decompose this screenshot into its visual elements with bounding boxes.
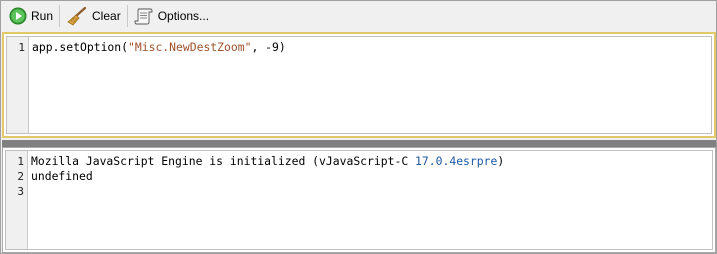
editor-code[interactable]: app.setOption("Misc.NewDestZoom", -9) [32,40,711,55]
output-text-span: ) [497,154,505,168]
broom-icon [67,6,87,26]
output-area[interactable]: 1 2 3 Mozilla JavaScript Engine is initi… [5,150,713,250]
code-text: app.setOption( [32,40,129,54]
console-window: Run Clear Options... 1 app.setOption("Mi… [0,0,717,254]
run-label: Run [31,9,54,23]
pane-splitter[interactable] [2,140,716,147]
clear-label: Clear [92,9,121,23]
output-line-gutter: 1 2 3 [6,151,28,249]
run-icon [9,7,27,25]
line-number: 3 [17,185,24,198]
options-label: Options... [157,9,210,23]
output-line: undefined [31,169,93,183]
editor-line-gutter: 1 [7,37,29,133]
version-text: 17.0.4esrpre [415,154,498,168]
options-button[interactable]: Options... [131,4,212,28]
code-text: , -9) [251,40,286,54]
output-line: Mozilla JavaScript Engine is initialized… [31,154,712,169]
toolbar-separator [59,5,61,27]
line-number: 1 [17,155,24,168]
script-editor-area[interactable]: 1 app.setOption("Misc.NewDestZoom", -9) [6,36,712,134]
clear-button[interactable]: Clear [63,4,124,28]
toolbar-separator [126,5,128,27]
run-button[interactable]: Run [6,4,56,28]
output-text: Mozilla JavaScript Engine is initialized… [31,154,712,199]
line-number: 1 [18,41,25,54]
string-literal: "Misc.NewDestZoom" [128,40,252,54]
output-text-span: Mozilla JavaScript Engine is initialized… [31,154,416,168]
scroll-icon [134,8,153,25]
output-console[interactable]: 1 2 3 Mozilla JavaScript Engine is initi… [2,147,716,253]
line-number: 2 [17,170,24,183]
code-line: app.setOption("Misc.NewDestZoom", -9) [32,40,711,55]
script-editor[interactable]: 1 app.setOption("Misc.NewDestZoom", -9) [2,32,716,138]
toolbar: Run Clear Options... [2,2,716,30]
